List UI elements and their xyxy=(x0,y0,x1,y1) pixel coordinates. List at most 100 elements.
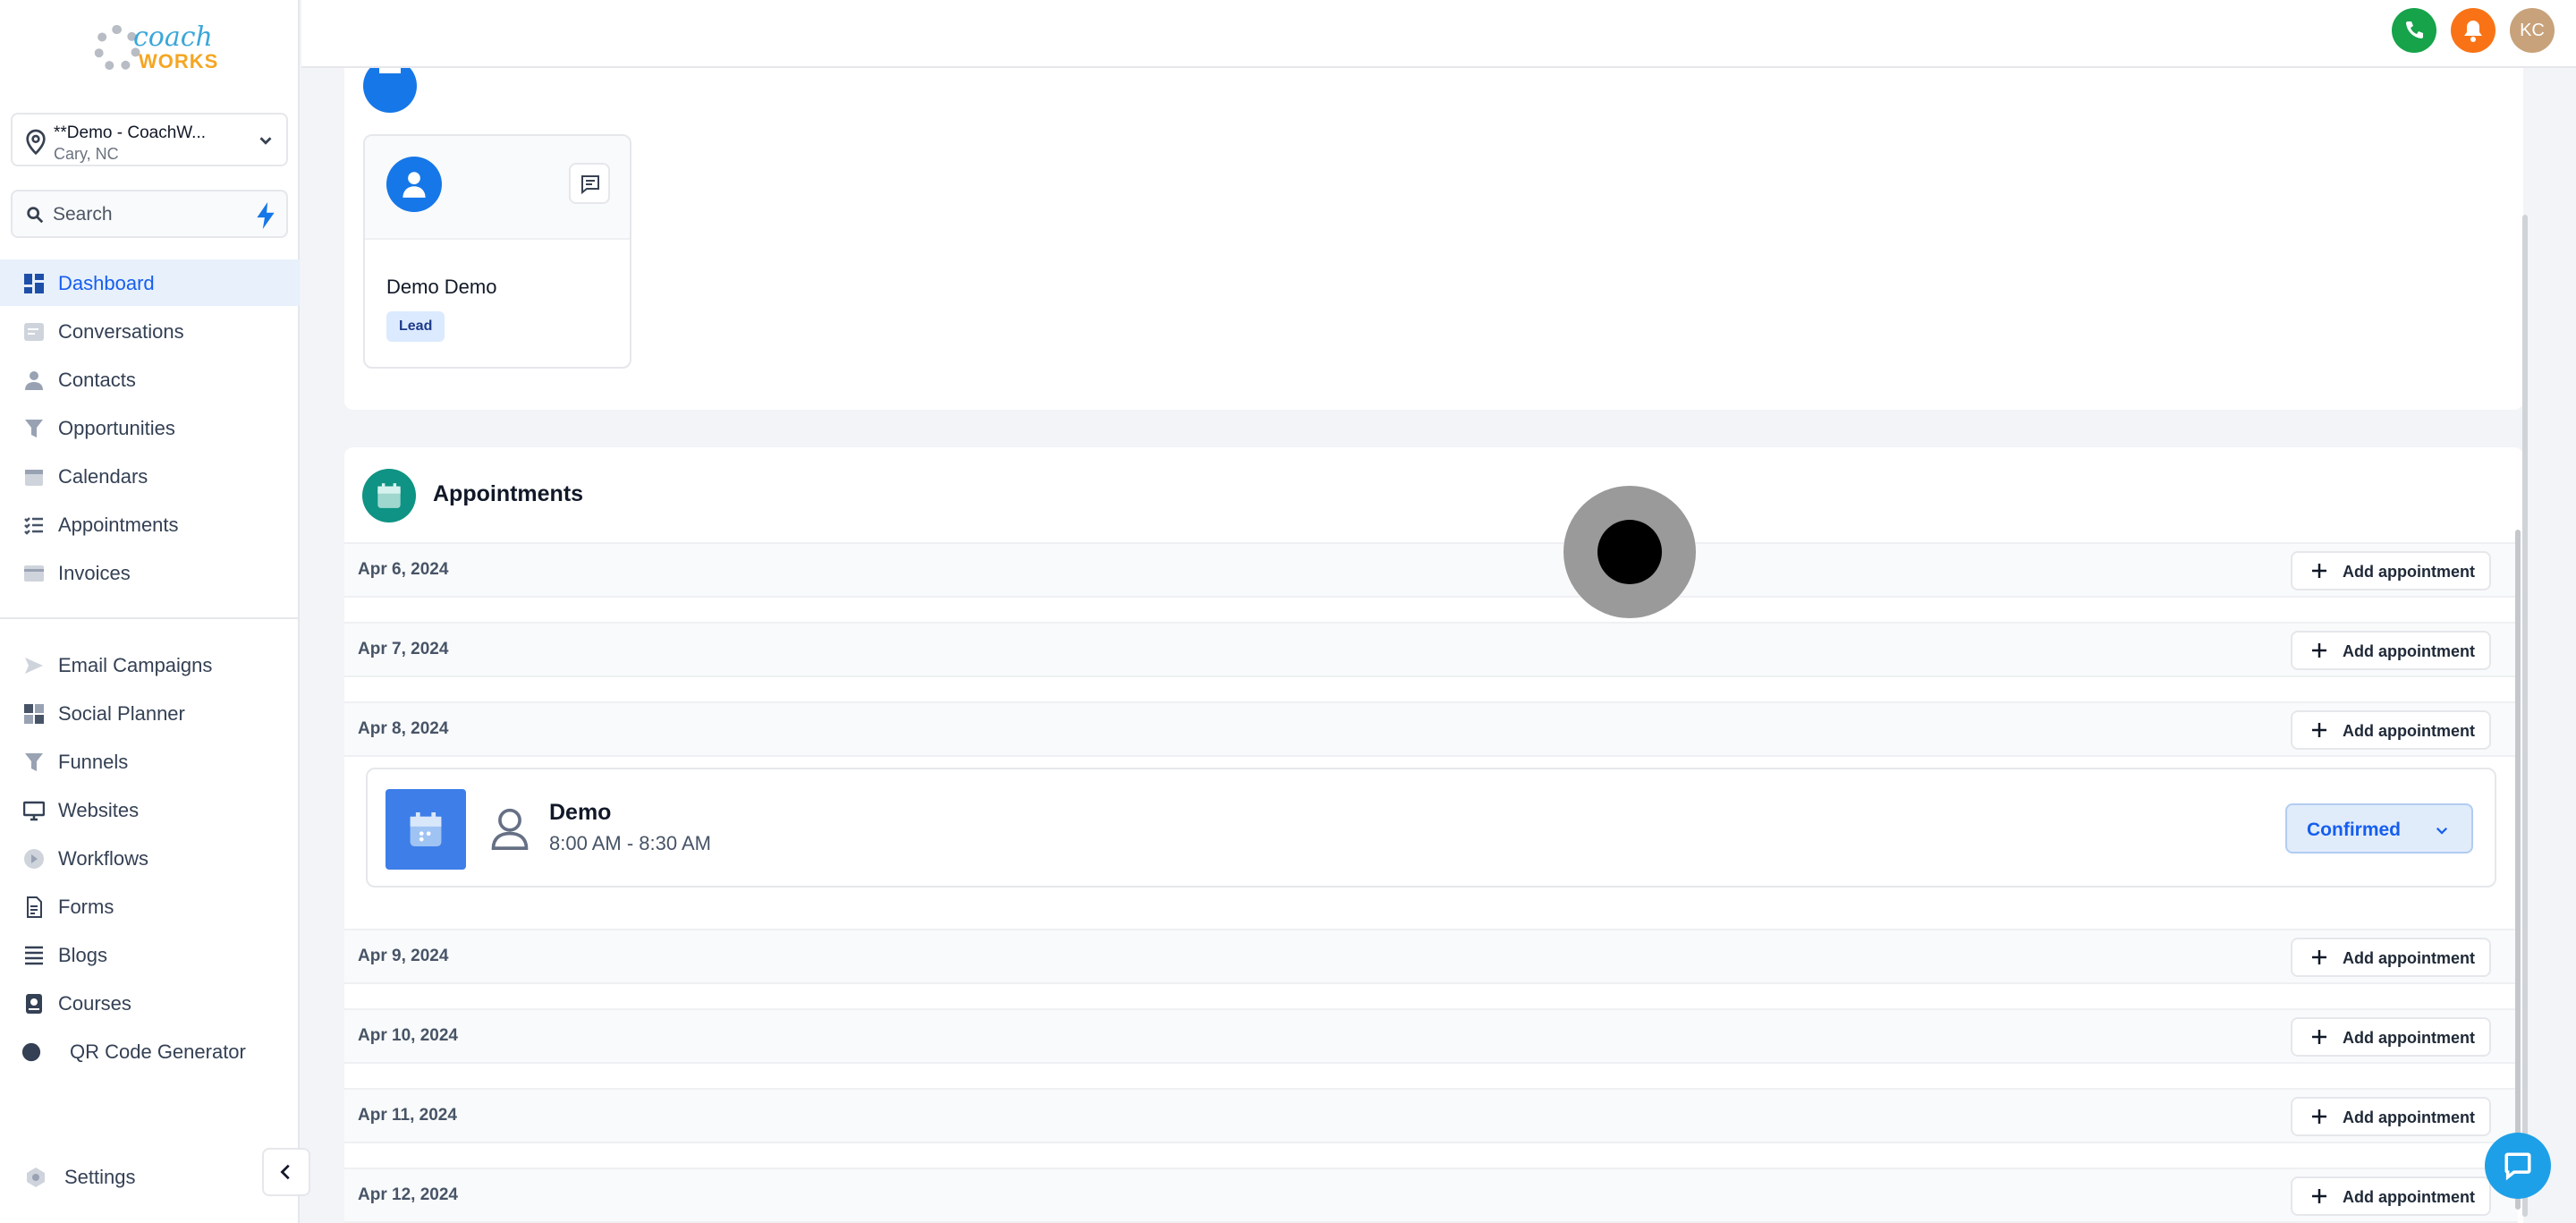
funnel-icon xyxy=(25,753,43,771)
monitor-icon xyxy=(23,801,45,821)
appointments-scrollbar[interactable] xyxy=(2515,530,2521,1210)
add-appointment-label: Add appointment xyxy=(2343,1188,2475,1206)
sidebar-item-workflows[interactable]: Workflows xyxy=(0,835,300,881)
sidebar-item-label: Opportunities xyxy=(58,417,175,439)
phone-icon xyxy=(2406,21,2423,38)
sidebar-item-courses[interactable]: Courses xyxy=(0,980,300,1026)
collapse-sidebar-button[interactable] xyxy=(262,1148,310,1196)
sidebar-item-label: Blogs xyxy=(58,944,108,966)
calendar-glyph xyxy=(377,483,401,508)
location-switcher[interactable]: **Demo - CoachW... Cary, NC xyxy=(11,113,288,166)
add-appointment-button[interactable]: Add appointment xyxy=(2291,551,2491,590)
contact-avatar xyxy=(386,157,442,212)
appointment-time: 8:00 AM - 8:30 AM xyxy=(549,832,711,854)
status-label: Confirmed xyxy=(2307,820,2401,840)
sidebar-item-funnels[interactable]: Funnels xyxy=(0,738,300,785)
invoice-icon xyxy=(24,565,44,582)
sidebar-item-contacts[interactable]: Contacts xyxy=(0,356,300,403)
sidebar-item-forms[interactable]: Forms xyxy=(0,883,300,930)
contact-type-badge: Lead xyxy=(386,311,445,342)
calendar-icon xyxy=(25,470,43,486)
day-date: Apr 7, 2024 xyxy=(358,640,449,658)
sidebar-item-appointments[interactable]: Appointments xyxy=(0,501,300,548)
plus-icon xyxy=(2312,564,2326,578)
plus-icon xyxy=(2312,723,2326,737)
settings-icon xyxy=(27,1168,45,1187)
contact-card[interactable]: Demo Demo Lead xyxy=(363,134,631,369)
search-placeholder: Search xyxy=(53,204,113,225)
sidebar-item-opportunities[interactable]: Opportunities xyxy=(0,404,300,451)
chat-widget-button[interactable] xyxy=(2485,1133,2551,1199)
user-avatar[interactable]: KC xyxy=(2510,8,2555,53)
coachworks-logo[interactable]: coach WORKS xyxy=(94,20,217,75)
sidebar-item-blogs[interactable]: Blogs xyxy=(0,931,300,978)
appointment-item[interactable]: Demo 8:00 AM - 8:30 AM Confirmed xyxy=(366,768,2496,888)
add-appointment-button[interactable]: Add appointment xyxy=(2291,938,2491,977)
add-appointment-label: Add appointment xyxy=(2343,949,2475,967)
phone-button[interactable] xyxy=(2392,8,2436,53)
plus-icon xyxy=(2312,950,2326,964)
day-date: Apr 9, 2024 xyxy=(358,947,449,965)
settings-label: Settings xyxy=(64,1166,136,1188)
sidebar-item-label: Websites xyxy=(58,799,140,821)
click-indicator xyxy=(1563,486,1696,618)
sidebar-item-qr-code-generator[interactable]: QR Code Generator xyxy=(0,1028,300,1074)
sidebar-item-label: Workflows xyxy=(58,847,149,870)
sidebar-item-invoices[interactable]: Invoices xyxy=(0,549,300,596)
plus-icon xyxy=(2312,1189,2326,1203)
status-dropdown[interactable]: Confirmed xyxy=(2285,803,2473,854)
add-appointment-button[interactable]: Add appointment xyxy=(2291,1097,2491,1136)
sidebar-item-calendars[interactable]: Calendars xyxy=(0,453,300,499)
sidebar-item-label: Funnels xyxy=(58,751,129,773)
add-appointment-button[interactable]: Add appointment xyxy=(2291,710,2491,750)
add-appointment-button[interactable]: Add appointment xyxy=(2291,1176,2491,1216)
location-name: **Demo - CoachW... xyxy=(54,123,206,142)
plus-icon xyxy=(2312,643,2326,658)
sidebar-item-label: Social Planner xyxy=(58,702,185,725)
day-date: Apr 12, 2024 xyxy=(358,1185,458,1204)
sidebar-item-label: Dashboard xyxy=(58,272,155,294)
sidebar-item-label: Conversations xyxy=(58,320,184,343)
sidebar-item-label: Contacts xyxy=(58,369,136,391)
sidebar: coach WORKS **Demo - CoachW... Cary, NC … xyxy=(0,0,300,1223)
sidebar-item-email-campaigns[interactable]: Email Campaigns xyxy=(0,641,300,688)
sidebar-item-label: Calendars xyxy=(58,465,148,488)
logo-text-top: coach xyxy=(133,21,213,53)
sidebar-item-conversations[interactable]: Conversations xyxy=(0,308,300,354)
form-icon xyxy=(27,896,42,918)
page-scrollbar[interactable] xyxy=(2522,215,2528,1217)
search-box[interactable]: Search xyxy=(11,190,288,238)
sidebar-item-label: Courses xyxy=(58,992,131,1015)
day-row: Apr 9, 2024 Add appointment xyxy=(344,929,2518,984)
dashboard-icon xyxy=(24,274,44,293)
message-icon xyxy=(581,175,599,195)
list-icon xyxy=(24,517,43,535)
sidebar-item-settings[interactable]: Settings xyxy=(0,1153,300,1200)
sidebar-item-label: Forms xyxy=(58,896,114,918)
day-row: Apr 12, 2024 Add appointment xyxy=(344,1168,2518,1223)
add-appointment-label: Add appointment xyxy=(2343,1029,2475,1047)
search-icon xyxy=(27,207,44,224)
day-row: Apr 6, 2024 Add appointment xyxy=(344,542,2518,598)
plus-icon xyxy=(2312,1109,2326,1124)
chevron-left-icon xyxy=(280,1164,290,1180)
add-appointment-button[interactable]: Add appointment xyxy=(2291,1017,2491,1057)
appointments-panel: Appointments Apr 6, 2024 Add appointment… xyxy=(344,447,2523,1223)
day-date: Apr 11, 2024 xyxy=(358,1106,457,1125)
map-pin-icon xyxy=(26,129,46,156)
lightning-icon[interactable] xyxy=(254,202,277,229)
chat-bubble-icon xyxy=(2504,1152,2531,1181)
sidebar-item-label: QR Code Generator xyxy=(70,1040,246,1063)
sidebar-item-dashboard[interactable]: Dashboard xyxy=(0,259,300,306)
add-appointment-button[interactable]: Add appointment xyxy=(2291,631,2491,670)
notifications-button[interactable] xyxy=(2451,8,2496,53)
lines-icon xyxy=(25,946,43,965)
day-date: Apr 8, 2024 xyxy=(358,719,449,738)
bell-icon xyxy=(2464,21,2482,42)
appointment-title: Demo xyxy=(549,800,612,825)
sidebar-item-social-planner[interactable]: Social Planner xyxy=(0,690,300,736)
sidebar-item-websites[interactable]: Websites xyxy=(0,786,300,833)
person-circle-icon xyxy=(363,63,417,113)
contact-name[interactable]: Demo Demo xyxy=(386,276,496,299)
message-contact-button[interactable] xyxy=(569,163,610,204)
